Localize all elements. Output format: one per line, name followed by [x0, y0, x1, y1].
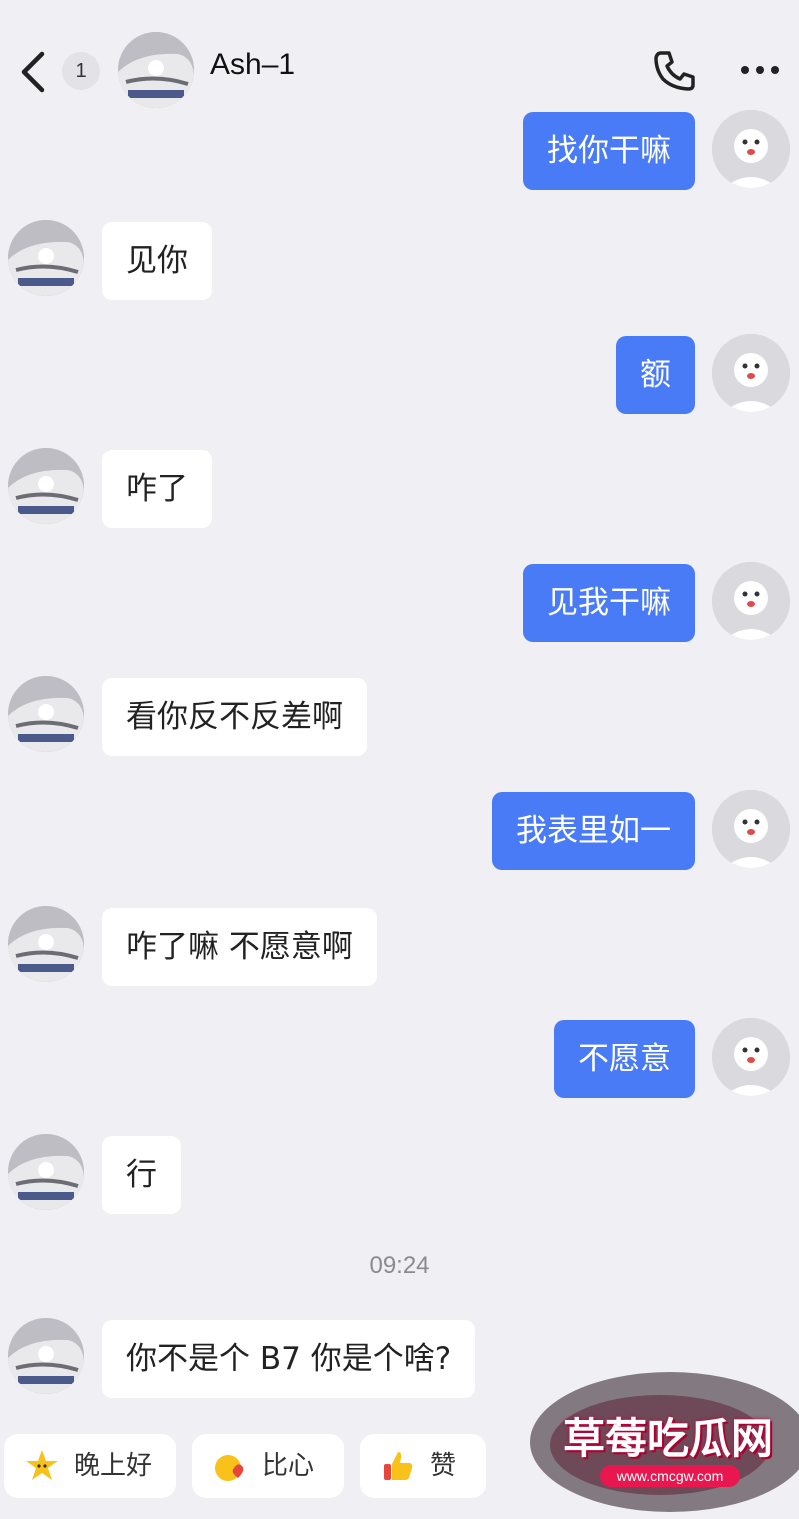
my-avatar[interactable] — [712, 562, 790, 640]
message-bubble-incoming[interactable]: 你不是个 B7 你是个啥? — [102, 1320, 476, 1398]
thumbs-up-icon — [384, 1452, 413, 1480]
message-bubble-outgoing[interactable]: 额 — [616, 336, 695, 414]
message-bubble-outgoing[interactable]: 我表里如一 — [492, 792, 695, 870]
message-row-outgoing: 找你干嘛 — [0, 110, 799, 190]
contact-avatar[interactable] — [8, 1134, 84, 1210]
heart-hands-icon — [215, 1455, 244, 1481]
my-avatar[interactable] — [712, 790, 790, 868]
message-row-incoming: 看你反不反差啊 — [0, 676, 799, 756]
message-bubble-incoming[interactable]: 见你 — [102, 222, 212, 300]
message-timestamp: 09:24 — [369, 1252, 430, 1279]
contact-avatar[interactable] — [8, 1318, 84, 1394]
contact-avatar[interactable] — [8, 220, 84, 296]
quick-reply-good-evening[interactable]: 晚上好 — [4, 1434, 176, 1498]
my-avatar[interactable] — [712, 110, 790, 188]
contact-avatar[interactable] — [8, 448, 84, 524]
my-avatar[interactable] — [712, 1018, 790, 1096]
back-arrow-icon[interactable] — [14, 48, 54, 96]
quick-reply-label: 比心 — [262, 1451, 315, 1481]
message-bubble-incoming[interactable]: 看你反不反差啊 — [102, 678, 367, 756]
message-row-incoming: 见你 — [0, 220, 799, 300]
my-avatar[interactable] — [712, 334, 790, 412]
more-icon[interactable] — [738, 60, 782, 80]
message-row-outgoing: 额 — [0, 334, 799, 414]
contact-avatar[interactable] — [8, 906, 84, 982]
message-bubble-outgoing[interactable]: 不愿意 — [554, 1020, 695, 1098]
message-bubble-incoming[interactable]: 咋了 — [102, 450, 212, 528]
contact-name: Ash–1 — [210, 48, 296, 81]
message-bubble-incoming[interactable]: 行 — [102, 1136, 181, 1214]
message-row-outgoing: 见我干嘛 — [0, 562, 799, 642]
watermark-url: www.cmcgw.com — [600, 1465, 740, 1487]
phone-icon[interactable] — [652, 48, 698, 94]
quick-reply-label: 晚上好 — [74, 1451, 153, 1481]
message-row-incoming: 咋了嘛 不愿意啊 — [0, 906, 799, 986]
contact-avatar[interactable] — [118, 32, 194, 108]
quick-reply-label: 赞 — [430, 1451, 457, 1481]
message-row-outgoing: 不愿意 — [0, 1018, 799, 1098]
message-bubble-outgoing[interactable]: 找你干嘛 — [523, 112, 695, 190]
message-row-incoming: 行 — [0, 1134, 799, 1214]
message-row-outgoing: 我表里如一 — [0, 790, 799, 870]
message-bubble-outgoing[interactable]: 见我干嘛 — [523, 564, 695, 642]
unread-count-badge: 1 — [62, 52, 100, 90]
contact-avatar[interactable] — [8, 676, 84, 752]
watermark-title: 草莓吃瓜网 — [562, 1414, 773, 1463]
quick-reply-like[interactable]: 赞 — [360, 1434, 486, 1498]
message-row-incoming: 咋了 — [0, 448, 799, 528]
star-face-icon — [26, 1450, 58, 1480]
quick-reply-heart[interactable]: 比心 — [192, 1434, 344, 1498]
message-bubble-incoming[interactable]: 咋了嘛 不愿意啊 — [102, 908, 377, 986]
chat-header: 1 Ash–1 — [0, 0, 799, 118]
